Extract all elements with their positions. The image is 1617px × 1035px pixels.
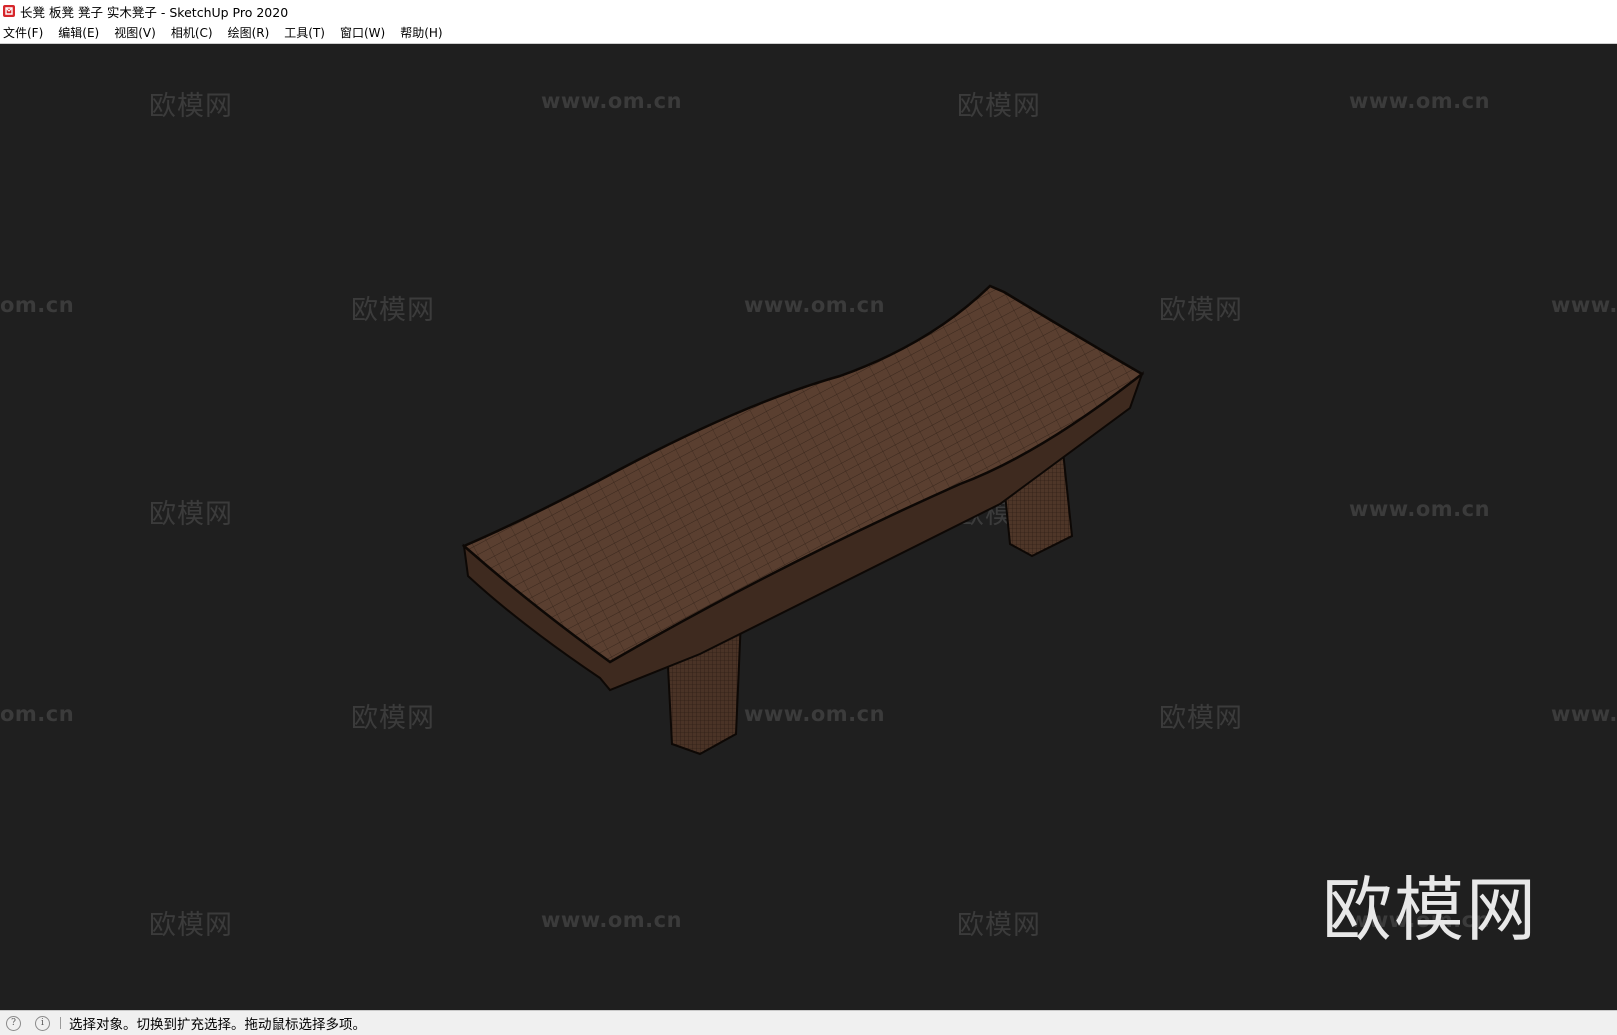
menu-bar: 文件(F) 编辑(E) 视图(V) 相机(C) 绘图(R) 工具(T) 窗口(W… xyxy=(0,22,1617,44)
watermark-logo-large: 欧模网 xyxy=(1322,869,1538,951)
menu-draw[interactable]: 绘图(R) xyxy=(225,24,277,41)
menu-view[interactable]: 视图(V) xyxy=(111,24,163,41)
status-text: 选择对象。切换到扩充选择。拖动鼠标选择多项。 xyxy=(69,1017,366,1033)
window-title: 长凳 板凳 凳子 实木凳子 - SketchUp Pro 2020 xyxy=(20,4,289,20)
status-bar: ? i 选择对象。切换到扩充选择。拖动鼠标选择多项。 xyxy=(0,1010,1617,1035)
menu-edit[interactable]: 编辑(E) xyxy=(55,24,106,41)
menu-file[interactable]: 文件(F) xyxy=(0,24,50,41)
menu-help[interactable]: 帮助(H) xyxy=(397,24,449,41)
geo-location-icon[interactable]: ? xyxy=(6,1015,21,1031)
menu-tools[interactable]: 工具(T) xyxy=(281,24,332,41)
menu-camera[interactable]: 相机(C) xyxy=(168,24,220,41)
info-icon[interactable]: i xyxy=(35,1015,50,1031)
status-divider xyxy=(60,1017,61,1029)
menu-window[interactable]: 窗口(W) xyxy=(337,24,392,41)
title-bar: 长凳 板凳 凳子 实木凳子 - SketchUp Pro 2020 xyxy=(0,0,1617,22)
sketchup-logo-icon xyxy=(3,5,15,17)
3d-viewport[interactable]: 欧模网 www.om.cn 欧模网 www.om.cn om.cn 欧模网 ww… xyxy=(0,44,1617,1010)
